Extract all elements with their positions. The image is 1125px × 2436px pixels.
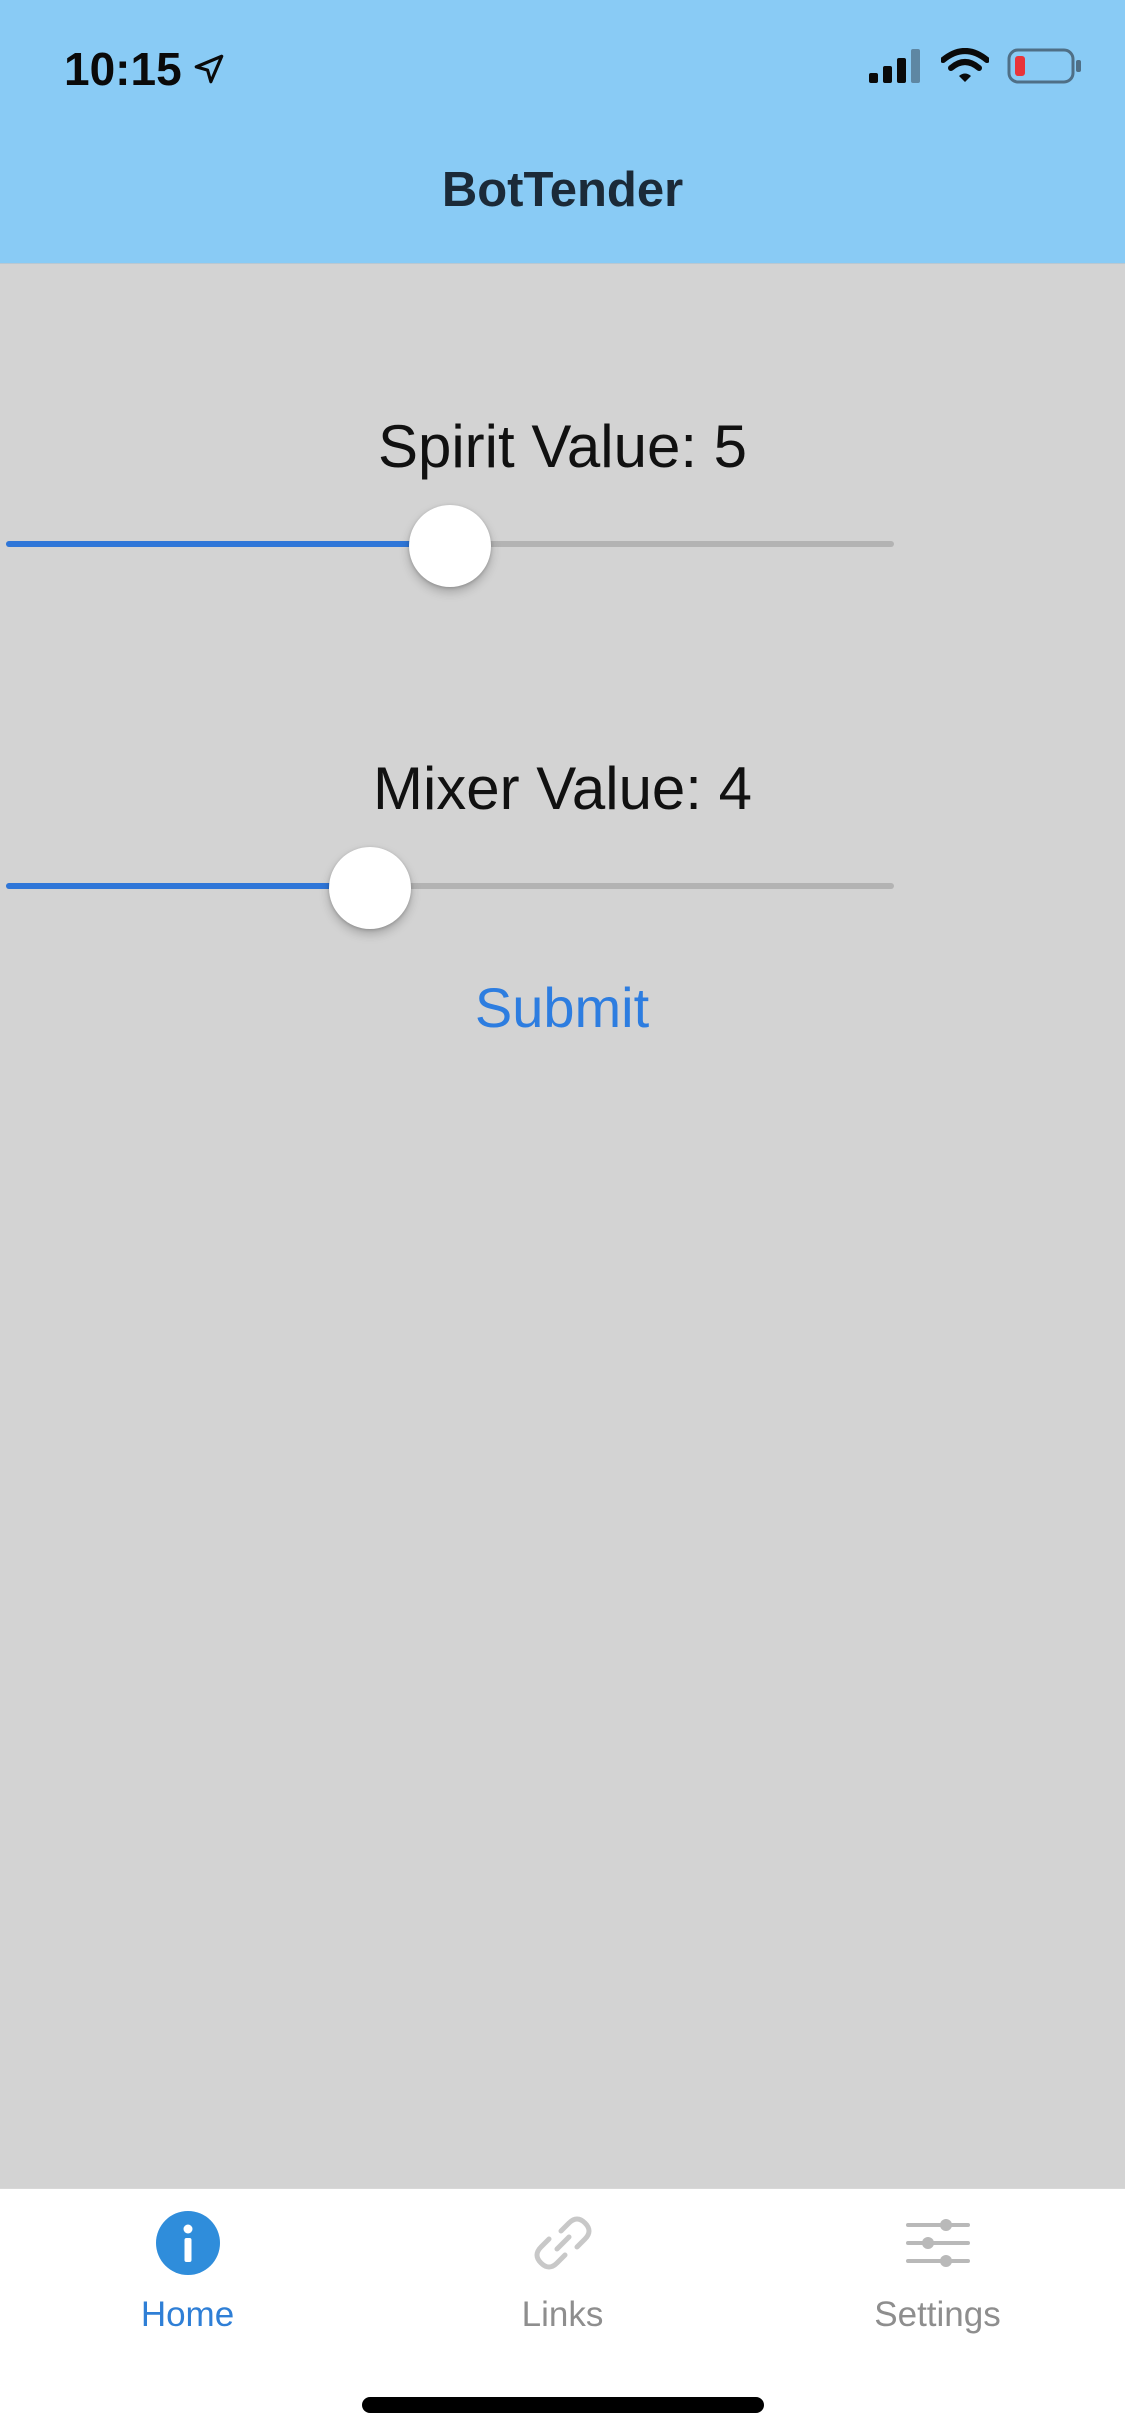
tab-home[interactable]: Home	[0, 2207, 375, 2357]
app-header: 10:15 BotTender	[0, 0, 1125, 264]
location-arrow-icon	[194, 54, 223, 84]
status-bar-time: 10:15	[64, 42, 226, 96]
info-icon	[155, 2211, 220, 2275]
spirit-value-label: Spirit Value: 5	[377, 413, 748, 480]
submit-button[interactable]: Submit	[412, 968, 712, 1048]
mixer-slider-fill	[6, 883, 370, 889]
home-indicator	[362, 2397, 764, 2413]
status-time-text: 10:15	[64, 43, 182, 95]
tab-settings-label: Settings	[874, 2295, 1001, 2334]
tab-links-label: Links	[521, 2295, 604, 2334]
spirit-slider[interactable]	[6, 505, 894, 587]
spirit-slider-thumb[interactable]	[409, 505, 491, 587]
battery-low-icon	[1007, 48, 1081, 84]
sliders-icon	[905, 2219, 970, 2267]
tab-links[interactable]: Links	[375, 2207, 750, 2357]
mixer-value-label: Mixer Value: 4	[372, 755, 753, 822]
cellular-signal-icon	[869, 49, 920, 83]
mixer-slider-thumb[interactable]	[329, 847, 411, 929]
tab-settings[interactable]: Settings	[750, 2207, 1125, 2357]
tab-home-label: Home	[140, 2295, 235, 2334]
link-icon	[534, 2216, 591, 2270]
mixer-slider[interactable]	[6, 847, 894, 929]
spirit-slider-fill	[6, 541, 450, 547]
wifi-icon	[941, 48, 989, 82]
status-icons	[869, 48, 1083, 84]
page-title: BotTender	[441, 163, 684, 217]
